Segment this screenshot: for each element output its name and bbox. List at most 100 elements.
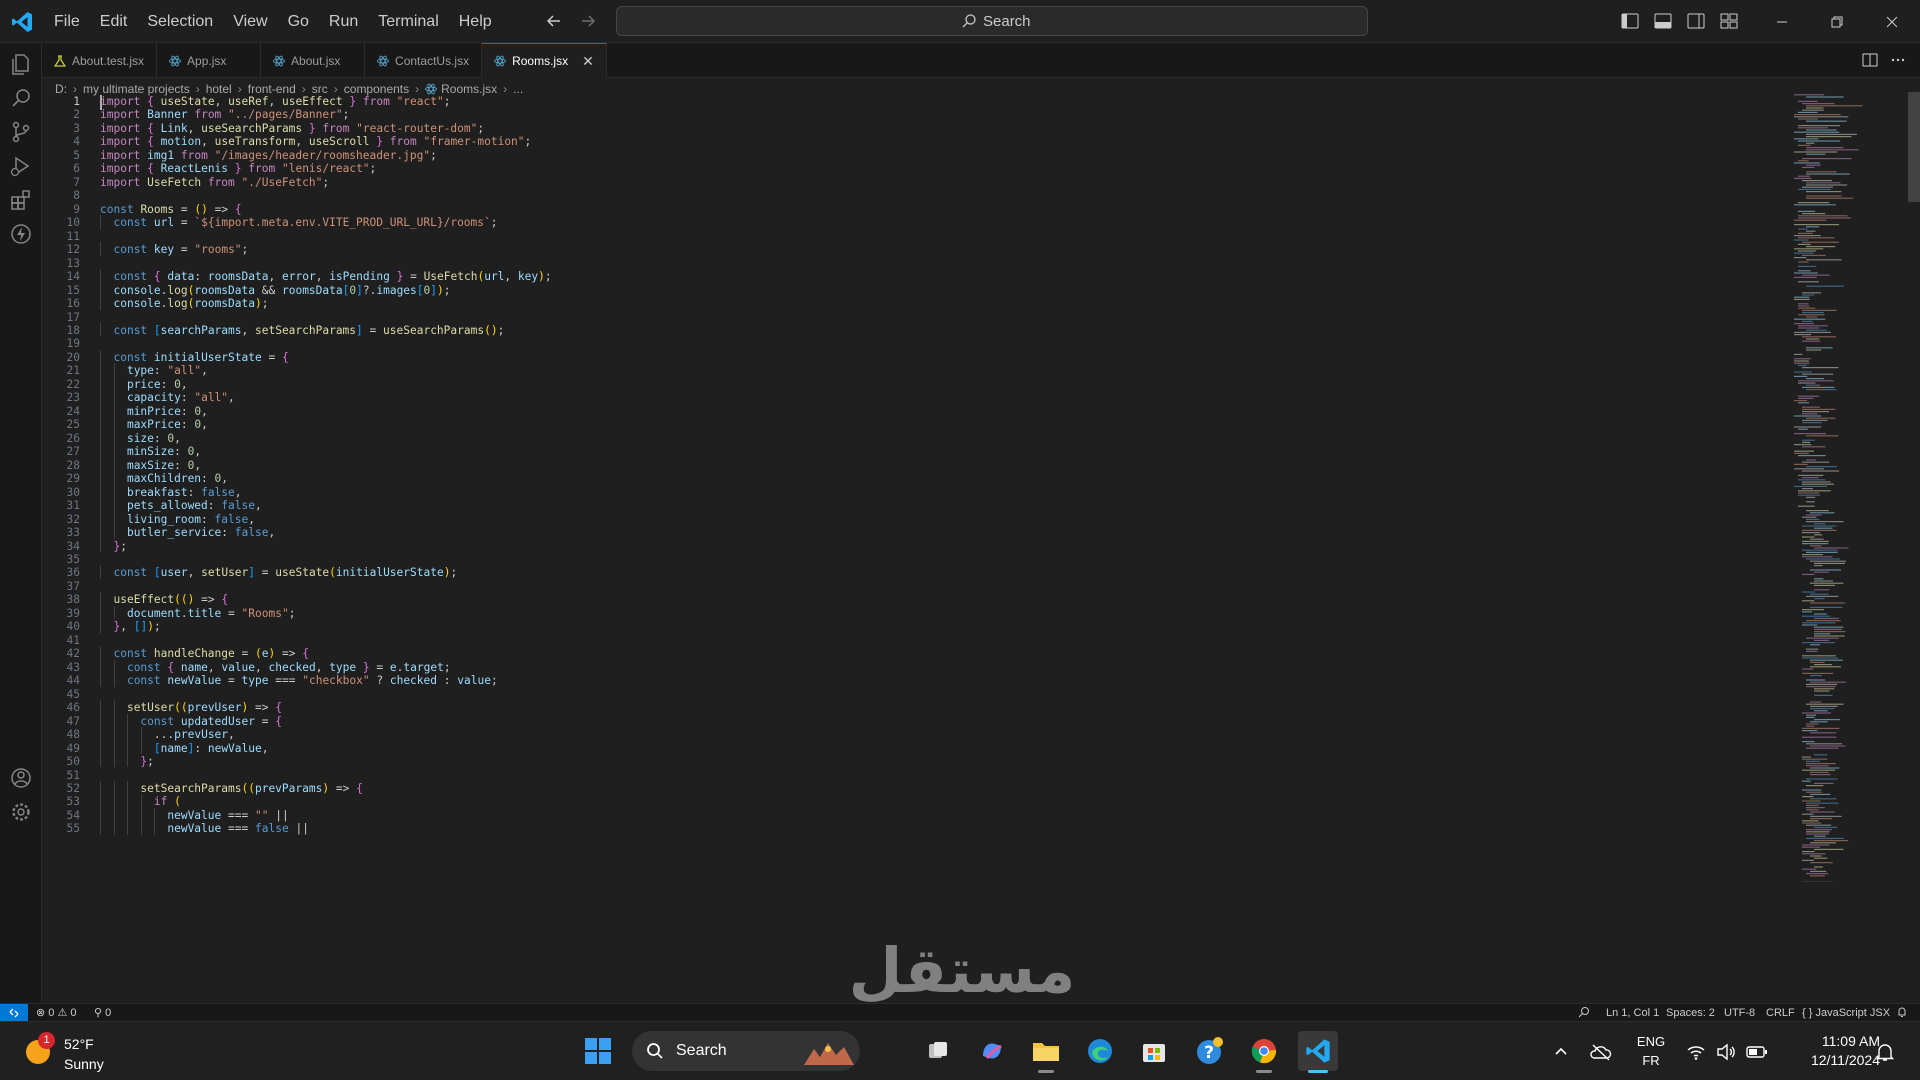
microsoft-store-button[interactable] — [1134, 1031, 1174, 1071]
minimap-line — [1814, 523, 1826, 525]
problems-indicator[interactable]: ⊗ 0 ⚠ 0 — [36, 1006, 77, 1022]
search-icon[interactable] — [8, 85, 34, 111]
tab-app[interactable]: App.jsx — [157, 43, 262, 78]
settings-gear-icon[interactable] — [8, 799, 34, 825]
tab-rooms[interactable]: Rooms.jsx ✕ — [482, 43, 607, 78]
notifications-icon[interactable] — [1896, 1006, 1908, 1022]
menu-file[interactable]: File — [44, 0, 90, 43]
indent-guide — [100, 727, 101, 741]
minimize-button[interactable] — [1754, 0, 1809, 43]
language-mode[interactable]: { } JavaScript JSX — [1802, 1006, 1890, 1022]
indent-guide — [113, 484, 115, 499]
minimap-line — [1802, 655, 1836, 657]
task-view-icon — [929, 1042, 947, 1058]
accounts-icon[interactable] — [8, 765, 34, 791]
more-actions-icon[interactable] — [1890, 52, 1906, 68]
explorer-icon[interactable] — [8, 51, 34, 77]
go-back-icon[interactable] — [544, 11, 564, 31]
language-indicator[interactable]: ENG FR — [1636, 1032, 1666, 1070]
minimap-line — [1810, 774, 1831, 776]
toggle-secondary-sidebar-icon[interactable] — [1686, 11, 1706, 31]
menu-terminal[interactable]: Terminal — [368, 0, 448, 43]
toggle-primary-sidebar-icon[interactable] — [1620, 11, 1640, 31]
volume-icon[interactable] — [1716, 1042, 1736, 1062]
minimap-line — [1806, 831, 1830, 833]
lightning-extension-icon[interactable] — [8, 221, 34, 247]
minimap-line — [1806, 716, 1815, 718]
command-center-search[interactable]: Search — [616, 6, 1368, 36]
minimap-line — [1798, 140, 1841, 142]
taskbar-search[interactable]: Search — [632, 1031, 860, 1071]
encoding[interactable]: UTF-8 — [1724, 1006, 1755, 1022]
task-view-button[interactable] — [918, 1031, 958, 1071]
run-debug-icon[interactable] — [8, 153, 34, 179]
close-window-button[interactable] — [1864, 0, 1919, 43]
tab-label: ContactUs.jsx — [395, 53, 470, 68]
menu-run[interactable]: Run — [319, 0, 368, 43]
minimap-line — [1798, 118, 1818, 120]
indentation[interactable]: Spaces: 2 — [1666, 1006, 1715, 1022]
ports-indicator[interactable]: ⚲ 0 — [94, 1006, 111, 1022]
notification-bell-icon[interactable] — [1876, 1042, 1894, 1062]
split-editor-icon[interactable] — [1862, 52, 1878, 68]
minimap-line — [1802, 213, 1826, 215]
customize-layout-icon[interactable] — [1719, 11, 1739, 31]
copilot-button[interactable] — [972, 1031, 1012, 1071]
vscode-taskbar-button[interactable] — [1298, 1031, 1338, 1073]
menu-edit[interactable]: Edit — [90, 0, 138, 43]
zoom-icon[interactable] — [1578, 1006, 1590, 1022]
onedrive-offline-icon[interactable] — [1590, 1042, 1612, 1062]
line-ending[interactable]: CRLF — [1766, 1006, 1795, 1022]
tab-contactus[interactable]: ContactUs.jsx — [365, 43, 483, 78]
minimap-line — [1806, 226, 1820, 228]
cursor-position[interactable]: Ln 1, Col 1 — [1606, 1006, 1659, 1022]
remote-indicator[interactable] — [0, 1004, 28, 1022]
minimap-line — [1806, 791, 1822, 793]
go-forward-icon[interactable] — [578, 11, 598, 31]
minimap-line — [1802, 622, 1836, 624]
help-app-button[interactable]: ? — [1190, 1031, 1230, 1071]
minimap-line — [1802, 312, 1824, 314]
toggle-panel-icon[interactable] — [1653, 11, 1673, 31]
menu-help[interactable]: Help — [449, 0, 502, 43]
menu-view[interactable]: View — [223, 0, 277, 43]
indent-guide — [100, 700, 101, 714]
file-explorer-button[interactable] — [1026, 1031, 1066, 1073]
minimap-line — [1798, 265, 1817, 267]
source-control-icon[interactable] — [8, 119, 34, 145]
chrome-button[interactable] — [1244, 1031, 1284, 1073]
minimap[interactable] — [1792, 92, 1912, 882]
tab-about-test[interactable]: About.test.jsx — [42, 43, 158, 78]
weather-widget[interactable]: 1 52°F Sunny — [22, 1030, 142, 1074]
command-center-label: Search — [983, 13, 1031, 30]
code-line[interactable]: 55 newValue === false || — [42, 821, 1792, 838]
restore-button[interactable] — [1809, 0, 1864, 43]
battery-icon[interactable] — [1746, 1043, 1768, 1061]
editor-scrollbar[interactable] — [1908, 92, 1920, 202]
indent-guide — [127, 754, 128, 768]
show-hidden-icons-icon[interactable] — [1552, 1043, 1570, 1061]
minimap-line — [1814, 710, 1828, 712]
minimap-line — [1802, 367, 1839, 369]
edge-button[interactable] — [1080, 1031, 1120, 1071]
menu-selection[interactable]: Selection — [137, 0, 223, 43]
minimap-line — [1814, 578, 1824, 580]
minimap-line — [1802, 483, 1834, 485]
clock-date: 12/11/2024 — [1810, 1052, 1880, 1068]
tab-about[interactable]: About.jsx — [261, 43, 366, 78]
react-icon — [377, 55, 390, 66]
minimap-line — [1802, 642, 1835, 644]
system-clock[interactable]: 11:09 AM 12/11/2024 — [1780, 1032, 1880, 1070]
minimap-line — [1810, 855, 1822, 857]
minimap-line — [1802, 336, 1837, 338]
minimap-line — [1798, 215, 1848, 217]
minimap-line — [1802, 186, 1833, 188]
extensions-icon[interactable] — [8, 187, 34, 213]
wifi-icon[interactable] — [1686, 1042, 1706, 1062]
indent-guide — [100, 444, 101, 458]
menu-go[interactable]: Go — [278, 0, 319, 43]
minimap-line — [1794, 353, 1803, 355]
close-tab-icon[interactable]: ✕ — [582, 53, 594, 70]
start-button[interactable] — [578, 1031, 618, 1071]
code-editor[interactable]: 1 import { useState, useRef, useEffect } … — [42, 94, 1792, 1004]
